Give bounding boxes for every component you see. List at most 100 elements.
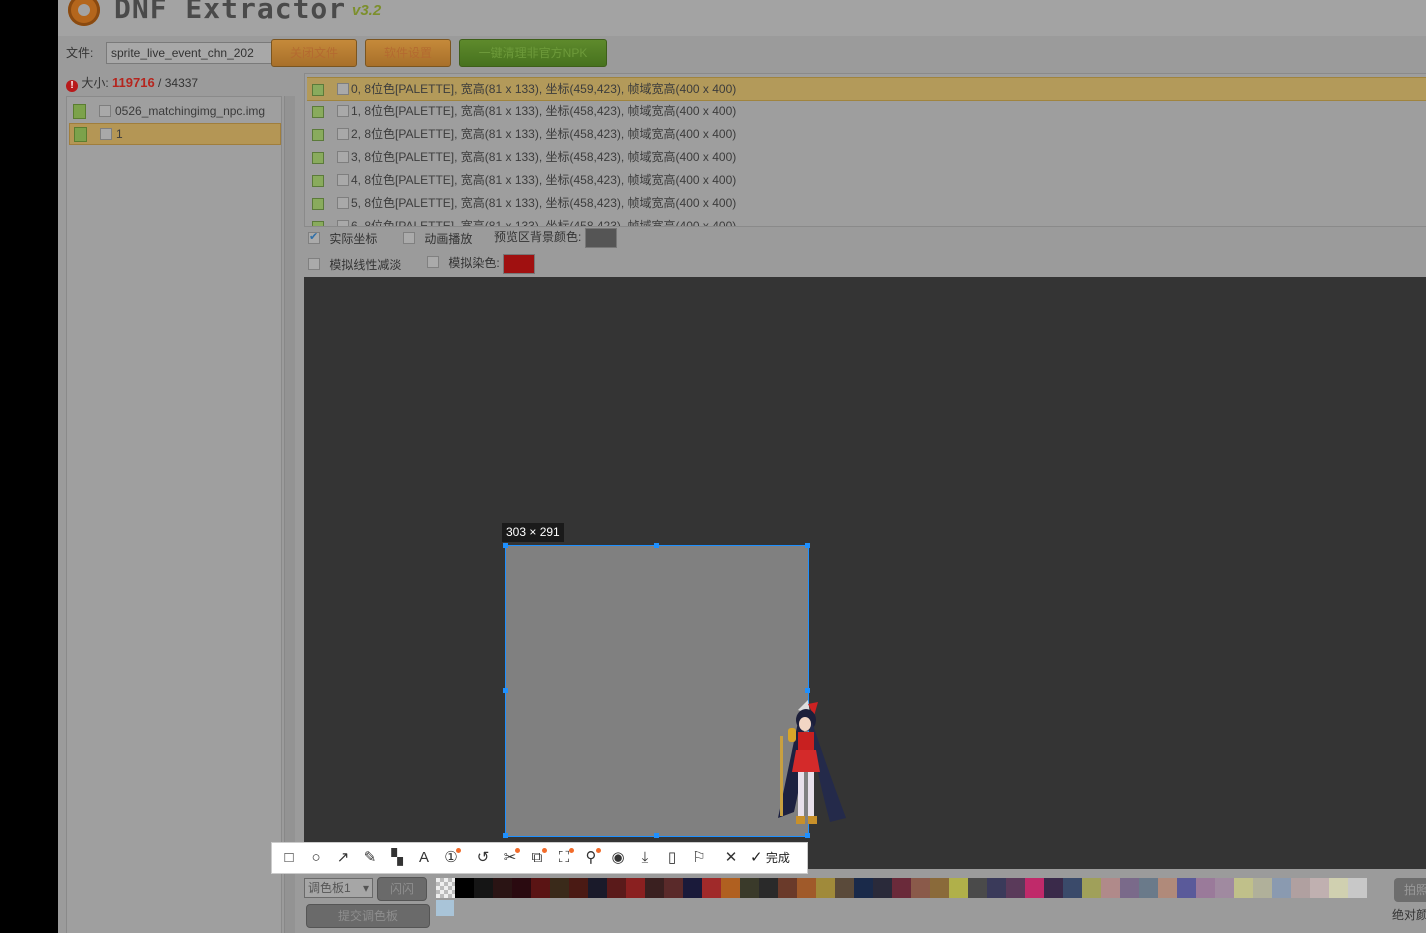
palette-swatch[interactable]: [645, 878, 664, 898]
palette-swatch[interactable]: [1196, 878, 1215, 898]
palette-swatch[interactable]: [911, 878, 930, 898]
palette-extra-swatch[interactable]: [436, 900, 454, 916]
palette-swatch[interactable]: [1158, 878, 1177, 898]
capture-selection[interactable]: [505, 545, 809, 837]
palette-swatch[interactable]: [987, 878, 1006, 898]
resize-handle[interactable]: [805, 688, 810, 693]
mosaic-tool-icon[interactable]: ▚: [387, 848, 407, 868]
flash-button[interactable]: 闪闪: [377, 877, 427, 901]
phone-icon[interactable]: ▯: [662, 848, 682, 868]
palette-swatch[interactable]: [702, 878, 721, 898]
dye-color-swatch[interactable]: [503, 254, 536, 274]
arrow-tool-icon[interactable]: ↗: [333, 848, 353, 868]
palette-swatch[interactable]: [455, 878, 474, 898]
photo-button[interactable]: 拍照: [1394, 878, 1426, 902]
bookmark-icon[interactable]: ⚐: [689, 848, 709, 868]
frame-checkbox[interactable]: [337, 151, 349, 163]
palette-swatch[interactable]: [1063, 878, 1082, 898]
frame-checkbox[interactable]: [337, 174, 349, 186]
palette-swatch[interactable]: [1215, 878, 1234, 898]
rectangle-tool-icon[interactable]: □: [279, 848, 299, 868]
animate-checkbox[interactable]: [403, 232, 415, 244]
pen-tool-icon[interactable]: ✎: [360, 848, 380, 868]
text-tool-icon[interactable]: A: [414, 848, 434, 868]
frame-row-selected[interactable]: 0, 8位色[PALETTE], 宽高(81 x 133), 坐标(459,42…: [307, 77, 1426, 101]
frame-checkbox[interactable]: [337, 197, 349, 209]
option-actual-coords[interactable]: 实际坐标: [308, 230, 377, 247]
dye-checkbox[interactable]: [427, 256, 439, 269]
palette-swatch[interactable]: [1101, 878, 1120, 898]
palette-swatch[interactable]: [854, 878, 873, 898]
palette-swatch[interactable]: [835, 878, 854, 898]
resize-handle[interactable]: [805, 833, 810, 838]
palette-swatch[interactable]: [949, 878, 968, 898]
file-path-field[interactable]: sprite_live_event_chn_202: [106, 42, 272, 64]
transparent-swatch[interactable]: [436, 878, 455, 898]
palette-swatch[interactable]: [1082, 878, 1101, 898]
palette-swatch[interactable]: [968, 878, 987, 898]
scissors-icon[interactable]: ✂: [500, 848, 520, 868]
palette-swatch[interactable]: [531, 878, 550, 898]
palette-swatch[interactable]: [664, 878, 683, 898]
number-tool-icon[interactable]: ①: [441, 848, 461, 868]
palette-swatch[interactable]: [873, 878, 892, 898]
palette-swatch[interactable]: [607, 878, 626, 898]
frame-row[interactable]: 2, 8位色[PALETTE], 宽高(81 x 133), 坐标(458,42…: [307, 123, 1426, 145]
frame-checkbox[interactable]: [337, 220, 349, 226]
frame-row[interactable]: 6, 8位色[PALETTE], 宽高(81 x 133), 坐标(458,42…: [307, 215, 1426, 226]
resize-handle[interactable]: [503, 543, 508, 548]
palette-swatch[interactable]: [683, 878, 702, 898]
frame-row[interactable]: 4, 8位色[PALETTE], 宽高(81 x 133), 坐标(458,42…: [307, 169, 1426, 191]
palette-swatch[interactable]: [778, 878, 797, 898]
palette-swatch[interactable]: [797, 878, 816, 898]
frame-row[interactable]: 1, 8位色[PALETTE], 宽高(81 x 133), 坐标(458,42…: [307, 100, 1426, 122]
frame-checkbox[interactable]: [337, 128, 349, 140]
palette-swatch[interactable]: [550, 878, 569, 898]
palette-swatch[interactable]: [1291, 878, 1310, 898]
frame-checkbox[interactable]: [337, 105, 349, 117]
tree-item-selected[interactable]: 1: [69, 123, 281, 145]
palette-select[interactable]: 调色板1 ▾: [304, 878, 373, 898]
close-file-button[interactable]: 关闭文件: [271, 39, 357, 67]
submit-palette-button[interactable]: 提交调色板: [306, 904, 430, 928]
palette-swatch[interactable]: [1006, 878, 1025, 898]
frame-row[interactable]: 5, 8位色[PALETTE], 宽高(81 x 133), 坐标(458,42…: [307, 192, 1426, 214]
option-dye[interactable]: 模拟染色:: [427, 254, 536, 274]
done-button[interactable]: ✓ 完成: [750, 848, 790, 868]
palette-swatch[interactable]: [721, 878, 740, 898]
palette-swatch[interactable]: [1348, 878, 1367, 898]
translate-icon[interactable]: ⧉: [527, 848, 547, 868]
tree-scrollbar[interactable]: [284, 96, 295, 933]
palette-swatch[interactable]: [493, 878, 512, 898]
palette-swatch[interactable]: [1044, 878, 1063, 898]
ellipse-tool-icon[interactable]: ○: [306, 848, 326, 868]
actual-coords-checkbox[interactable]: [308, 230, 320, 244]
undo-icon[interactable]: ↺: [473, 848, 493, 868]
palette-swatch[interactable]: [740, 878, 759, 898]
palette-swatch[interactable]: [759, 878, 778, 898]
palette-swatch[interactable]: [1272, 878, 1291, 898]
scan-icon[interactable]: ⛶: [554, 848, 574, 868]
palette-swatch[interactable]: [474, 878, 493, 898]
palette-swatch[interactable]: [1120, 878, 1139, 898]
palette-swatch[interactable]: [1234, 878, 1253, 898]
palette-swatch[interactable]: [1253, 878, 1272, 898]
palette-swatch[interactable]: [1177, 878, 1196, 898]
resize-handle[interactable]: [805, 543, 810, 548]
palette-swatch[interactable]: [569, 878, 588, 898]
palette-swatch[interactable]: [1329, 878, 1348, 898]
palette-swatch[interactable]: [930, 878, 949, 898]
palette-swatch[interactable]: [892, 878, 911, 898]
settings-button[interactable]: 软件设置: [365, 39, 451, 67]
frame-checkbox[interactable]: [337, 83, 349, 95]
palette-swatch[interactable]: [588, 878, 607, 898]
bg-color-swatch[interactable]: [584, 228, 617, 248]
tree-checkbox[interactable]: [100, 128, 112, 140]
resize-handle[interactable]: [503, 688, 508, 693]
palette-swatch[interactable]: [816, 878, 835, 898]
palette-swatch[interactable]: [1310, 878, 1329, 898]
resize-handle[interactable]: [654, 543, 659, 548]
palette-swatch[interactable]: [1139, 878, 1158, 898]
tree-item[interactable]: 0526_matchingimg_npc.img: [69, 101, 279, 121]
palette-swatch[interactable]: [626, 878, 645, 898]
